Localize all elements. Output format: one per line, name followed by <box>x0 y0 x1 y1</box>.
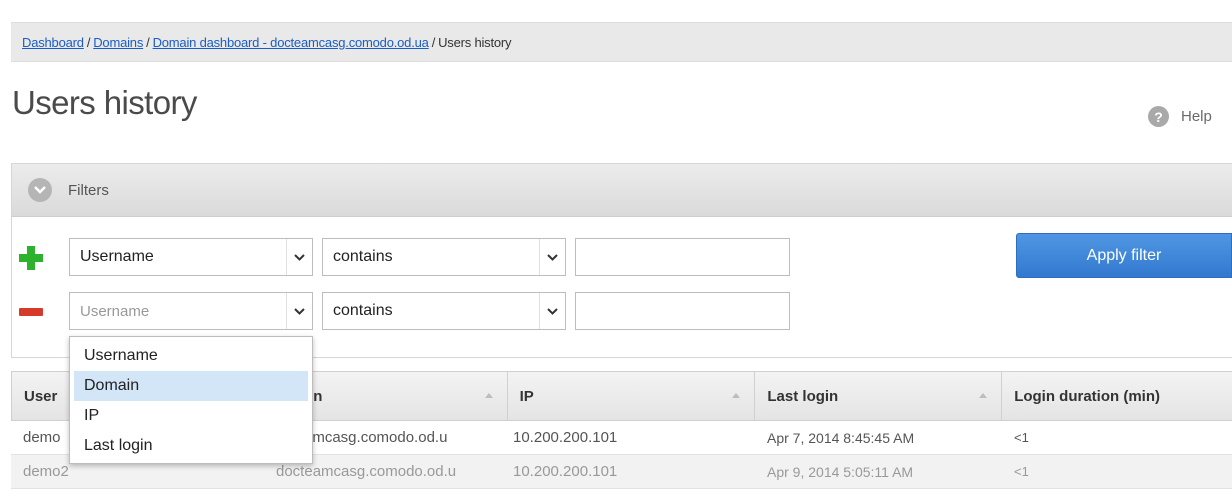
dropdown-option-username[interactable]: Username <box>70 341 312 371</box>
column-header-label: Login duration (min) <box>1014 387 1160 405</box>
cell-ip: 10.200.200.101 <box>513 463 618 480</box>
cell-ip: 10.200.200.101 <box>513 429 618 446</box>
cell-last-login: Apr 7, 2014 8:45:45 AM <box>767 429 915 446</box>
sort-up-icon <box>484 393 493 398</box>
breadcrumb: Dashboard / Domains / Domain dashboard -… <box>11 22 1232 62</box>
breadcrumb-current: Users history <box>438 34 512 50</box>
chevron-down-icon <box>539 239 565 275</box>
filter-field-value: Username <box>80 248 154 265</box>
filter-value-input-2[interactable] <box>575 292 790 330</box>
column-header-login-duration[interactable]: Login duration (min) <box>1002 372 1232 420</box>
filter-field-value: Username <box>80 302 150 320</box>
filters-label: Filters <box>68 181 109 199</box>
breadcrumb-separator: / <box>431 34 436 50</box>
filter-operator-value: contains <box>333 302 393 319</box>
breadcrumb-link-domain-dashboard[interactable]: Domain dashboard - docteamcasg.comodo.od… <box>153 35 429 50</box>
dropdown-option-last-login[interactable]: Last login <box>70 431 312 461</box>
dropdown-option-domain[interactable]: Domain <box>74 371 308 401</box>
column-header-label: Last login <box>767 387 839 405</box>
filter-field-select-1[interactable]: Username <box>69 238 313 276</box>
remove-filter-icon[interactable] <box>19 300 43 324</box>
chevron-down-icon <box>286 239 312 275</box>
sort-up-icon <box>732 393 741 398</box>
dropdown-option-ip[interactable]: IP <box>70 401 312 431</box>
filter-operator-value: contains <box>333 248 393 265</box>
help-label: Help <box>1181 108 1212 125</box>
breadcrumb-separator: / <box>86 34 91 50</box>
column-header-label: User <box>24 387 58 405</box>
chevron-down-icon <box>539 293 565 329</box>
help-link[interactable]: ? Help <box>1148 106 1212 127</box>
cell-login-duration: <1 <box>1014 464 1029 479</box>
chevron-down-icon <box>286 293 312 329</box>
add-filter-icon[interactable] <box>19 246 43 270</box>
cell-login-duration: <1 <box>1014 430 1029 445</box>
filter-field-select-2[interactable]: Username <box>69 292 313 330</box>
filter-value-input-1[interactable] <box>575 238 790 276</box>
page-title: Users history <box>12 84 197 121</box>
column-header-label: IP <box>519 387 534 405</box>
cell-last-login: Apr 9, 2014 5:05:11 AM <box>767 463 914 480</box>
filters-toggle[interactable]: Filters <box>12 164 1232 217</box>
filter-operator-select-2[interactable]: contains <box>322 292 566 330</box>
sort-up-icon <box>979 393 988 398</box>
field-dropdown-menu: Username Domain IP Last login <box>69 336 313 464</box>
breadcrumb-link-dashboard[interactable]: Dashboard <box>22 35 84 50</box>
filter-operator-select-1[interactable]: contains <box>322 238 566 276</box>
column-header-last-login[interactable]: Last login <box>755 372 1003 420</box>
apply-filter-button[interactable]: Apply filter <box>1016 233 1232 278</box>
column-header-ip[interactable]: IP <box>508 372 756 420</box>
breadcrumb-separator: / <box>146 34 150 50</box>
breadcrumb-link-domains[interactable]: Domains <box>93 35 143 50</box>
help-circle-icon: ? <box>1148 106 1169 127</box>
chevron-down-icon <box>28 178 52 202</box>
